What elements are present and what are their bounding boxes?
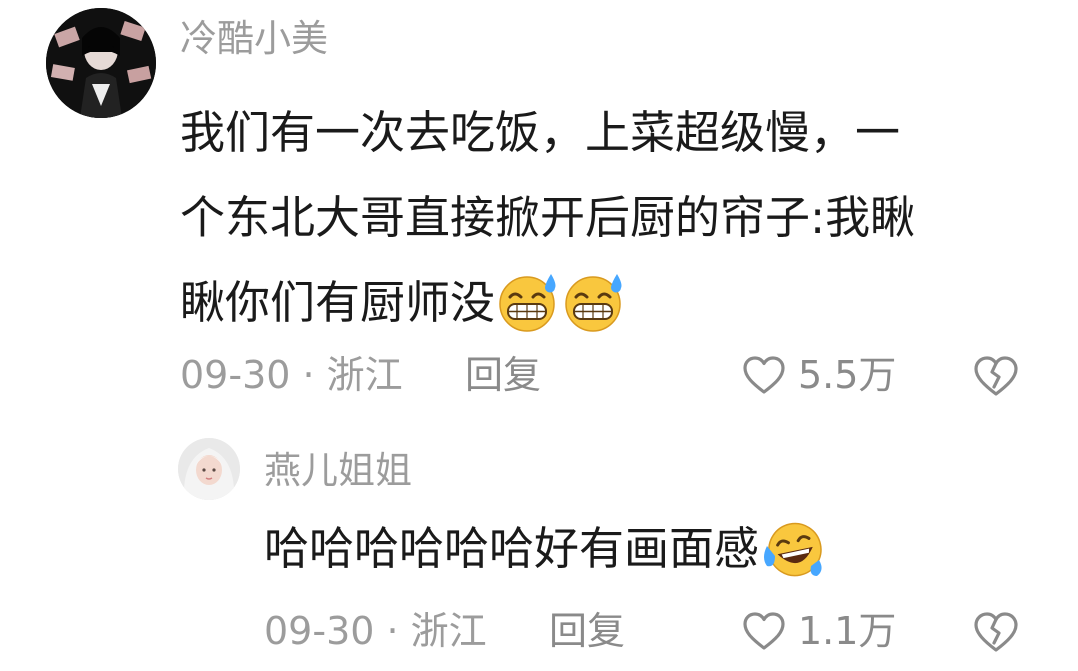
comment-text-line: 我们有一次去吃饭，上菜超级慢，一 (180, 106, 901, 159)
comment-text: 我们有一次去吃饭，上菜超级慢，一 个东北大哥直接掀开后厨的帘子:我瞅 瞅你们有厨… (180, 90, 1040, 345)
comment-meta: 09-30 · 浙江 回复 5.5万 (180, 350, 1030, 400)
comment-text-line: 瞅你们有厨师没 (180, 260, 1040, 345)
reply-text-segment: 哈哈哈哈哈哈好有画面感 (264, 522, 760, 575)
heart-icon (743, 356, 785, 394)
date-location: 09-30 · 浙江 (180, 353, 403, 397)
broken-heart-icon[interactable] (973, 355, 1019, 397)
avatar[interactable] (46, 8, 156, 118)
comment-text-line: 个东北大哥直接掀开后厨的帘子:我瞅 (180, 191, 916, 244)
reply-text: 哈哈哈哈哈哈好有画面感 (264, 506, 825, 591)
reply-meta: 09-30 · 浙江 回复 1.1万 (264, 606, 1030, 656)
heart-icon (743, 612, 785, 650)
reply-button[interactable]: 回复 (549, 606, 625, 656)
broken-heart-icon[interactable] (973, 611, 1019, 653)
reply-button[interactable]: 回复 (465, 350, 541, 400)
reply-username[interactable]: 燕儿姐姐 (264, 446, 412, 496)
like-count: 1.1万 (798, 609, 897, 653)
like-button[interactable]: 5.5万 (742, 350, 896, 400)
like-button[interactable]: 1.1万 (742, 606, 896, 656)
tears-of-joy-emoji (761, 516, 825, 580)
date-location: 09-30 · 浙江 (264, 609, 487, 653)
grin-sweat-emoji (497, 270, 561, 334)
comment-text-segment: 瞅你们有厨师没 (180, 276, 496, 329)
like-count: 5.5万 (798, 353, 897, 397)
grin-sweat-emoji (563, 270, 627, 334)
username[interactable]: 冷酷小美 (180, 14, 328, 64)
reply-avatar[interactable] (178, 438, 240, 500)
